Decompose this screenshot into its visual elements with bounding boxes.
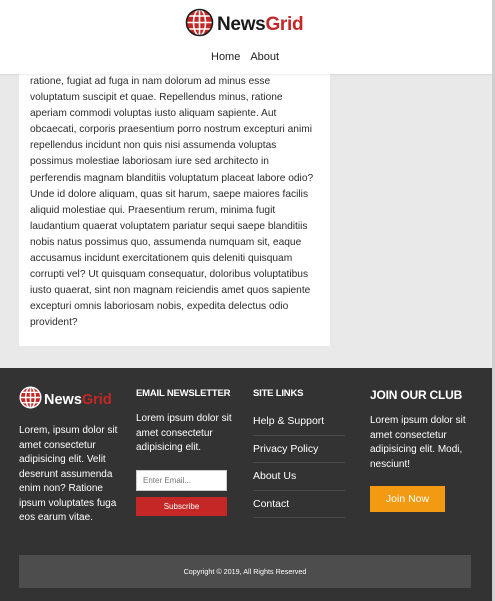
newsletter-heading: Email Newsletter (136, 388, 231, 399)
footer-brand-name: NewsGrid (44, 392, 112, 408)
site-links-heading: Site Links (253, 388, 304, 399)
article-card: ratione, fugiat ad fuga in nam dolorum a… (19, 50, 330, 346)
footer-about: NewsGrid Lorem, ipsum dolor sit amet con… (19, 386, 124, 526)
subscribe-button[interactable]: Subscribe (136, 496, 227, 516)
list-item: Help & Support (253, 408, 345, 436)
footer-about-text: Lorem, ipsum dolor sit amet consectetur … (19, 425, 118, 523)
article-body: ratione, fugiat ad fuga in nam dolorum a… (30, 76, 314, 329)
list-item: About Us (253, 463, 345, 491)
email-field[interactable] (136, 469, 227, 491)
site-logo[interactable]: NewsGrid (185, 8, 304, 42)
globe-icon (19, 386, 42, 414)
brand-name: NewsGrid (217, 14, 304, 35)
footer-join-club: Join Our Club Lorem ipsum dolor sit amet… (370, 388, 470, 512)
nav-about[interactable]: About (250, 51, 279, 63)
link-about-us[interactable]: About Us (253, 470, 296, 482)
join-club-text: Lorem ipsum dolor sit amet consectetur a… (370, 415, 466, 470)
footer-site-links: Site Links Help & Support Privacy Policy… (253, 388, 345, 518)
globe-icon (185, 8, 214, 42)
site-footer: NewsGrid Lorem, ipsum dolor sit amet con… (0, 368, 492, 601)
link-contact[interactable]: Contact (253, 498, 289, 510)
link-help-support[interactable]: Help & Support (253, 415, 324, 427)
join-now-button[interactable]: Join Now (370, 486, 445, 512)
footer-newsletter: Email Newsletter Lorem ipsum dolor sit a… (136, 388, 239, 516)
site-links-list: Help & Support Privacy Policy About Us C… (253, 408, 345, 518)
join-club-heading: Join Our Club (370, 388, 463, 402)
link-privacy-policy[interactable]: Privacy Policy (253, 443, 318, 455)
list-item: Privacy Policy (253, 436, 345, 463)
main-nav: Home About (211, 51, 279, 63)
nav-home[interactable]: Home (211, 51, 240, 63)
list-item: Contact (253, 491, 345, 518)
newsletter-text: Lorem ipsum dolor sit amet consectetur a… (136, 413, 232, 453)
site-header: NewsGrid Home About (0, 0, 492, 74)
footer-logo[interactable]: NewsGrid (19, 386, 124, 414)
copyright-bar: Copyright © 2019, All Rights Reserved (19, 555, 471, 588)
